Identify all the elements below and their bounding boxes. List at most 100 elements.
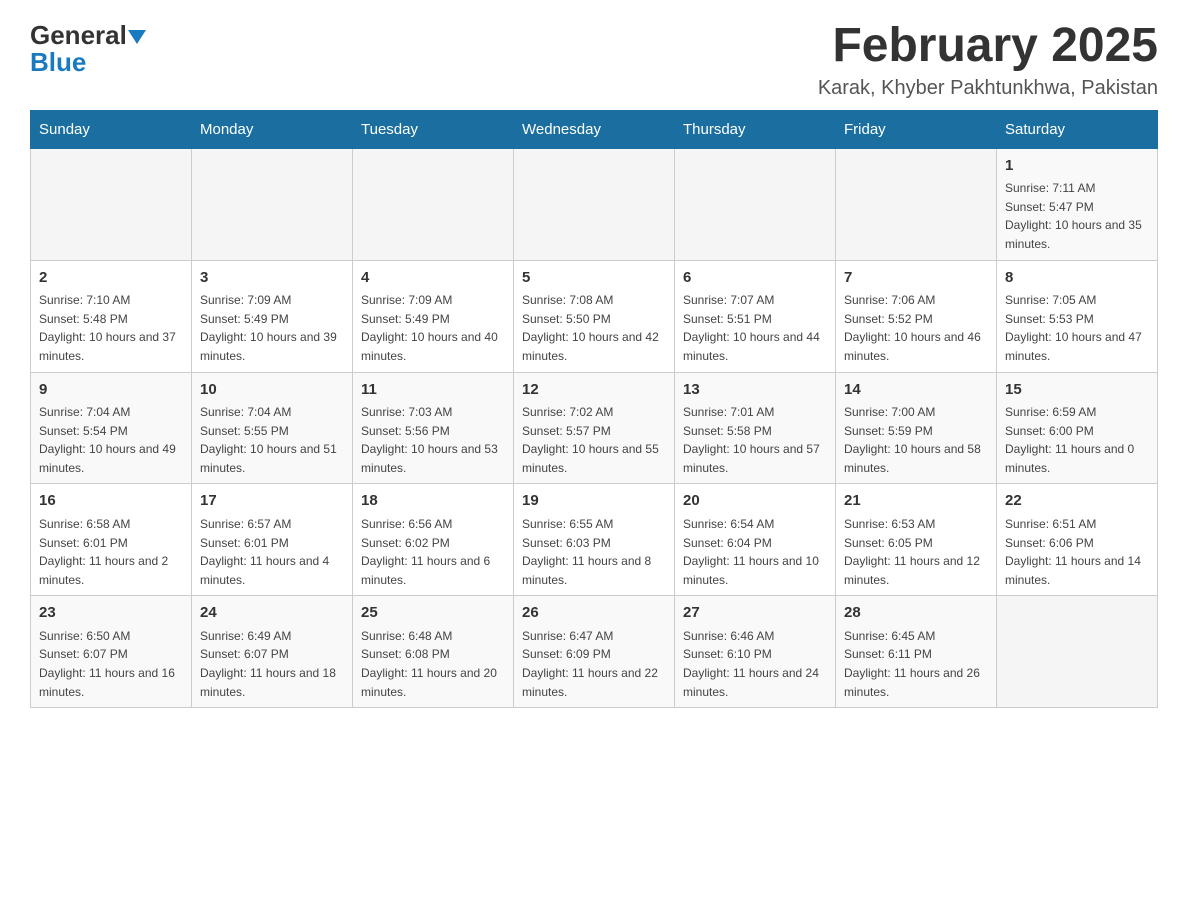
table-row: 15Sunrise: 6:59 AMSunset: 6:00 PMDayligh… [997, 372, 1158, 484]
calendar-header: Sunday Monday Tuesday Wednesday Thursday… [31, 110, 1158, 148]
day-number: 11 [361, 379, 505, 402]
day-number: 2 [39, 267, 183, 290]
day-info: Sunrise: 6:51 AMSunset: 6:06 PMDaylight:… [1005, 515, 1149, 589]
day-info: Sunrise: 7:10 AMSunset: 5:48 PMDaylight:… [39, 291, 183, 365]
page-subtitle: Karak, Khyber Pakhtunkhwa, Pakistan [818, 77, 1158, 100]
table-row: 26Sunrise: 6:47 AMSunset: 6:09 PMDayligh… [514, 596, 675, 708]
day-info: Sunrise: 6:49 AMSunset: 6:07 PMDaylight:… [200, 627, 344, 701]
day-info: Sunrise: 7:02 AMSunset: 5:57 PMDaylight:… [522, 403, 666, 477]
day-number: 25 [361, 602, 505, 625]
table-row: 16Sunrise: 6:58 AMSunset: 6:01 PMDayligh… [31, 484, 192, 596]
table-row: 6Sunrise: 7:07 AMSunset: 5:51 PMDaylight… [675, 260, 836, 372]
day-info: Sunrise: 7:03 AMSunset: 5:56 PMDaylight:… [361, 403, 505, 477]
calendar-week-2: 2Sunrise: 7:10 AMSunset: 5:48 PMDaylight… [31, 260, 1158, 372]
day-info: Sunrise: 6:45 AMSunset: 6:11 PMDaylight:… [844, 627, 988, 701]
logo-blue-text: Blue [30, 47, 86, 78]
day-number: 10 [200, 379, 344, 402]
logo: General Blue [30, 20, 146, 78]
day-number: 27 [683, 602, 827, 625]
table-row: 7Sunrise: 7:06 AMSunset: 5:52 PMDaylight… [836, 260, 997, 372]
day-number: 24 [200, 602, 344, 625]
day-number: 15 [1005, 379, 1149, 402]
day-info: Sunrise: 7:09 AMSunset: 5:49 PMDaylight:… [361, 291, 505, 365]
table-row: 10Sunrise: 7:04 AMSunset: 5:55 PMDayligh… [192, 372, 353, 484]
day-number: 13 [683, 379, 827, 402]
day-number: 8 [1005, 267, 1149, 290]
header-sunday: Sunday [31, 110, 192, 148]
calendar-body: 1Sunrise: 7:11 AMSunset: 5:47 PMDaylight… [31, 148, 1158, 707]
header-wednesday: Wednesday [514, 110, 675, 148]
day-number: 19 [522, 490, 666, 513]
day-info: Sunrise: 7:05 AMSunset: 5:53 PMDaylight:… [1005, 291, 1149, 365]
table-row: 23Sunrise: 6:50 AMSunset: 6:07 PMDayligh… [31, 596, 192, 708]
page-header: General Blue February 2025 Karak, Khyber… [30, 20, 1158, 100]
table-row [192, 148, 353, 260]
title-block: February 2025 Karak, Khyber Pakhtunkhwa,… [818, 20, 1158, 100]
table-row: 21Sunrise: 6:53 AMSunset: 6:05 PMDayligh… [836, 484, 997, 596]
day-number: 23 [39, 602, 183, 625]
header-saturday: Saturday [997, 110, 1158, 148]
day-info: Sunrise: 7:06 AMSunset: 5:52 PMDaylight:… [844, 291, 988, 365]
day-number: 6 [683, 267, 827, 290]
day-info: Sunrise: 7:01 AMSunset: 5:58 PMDaylight:… [683, 403, 827, 477]
table-row [675, 148, 836, 260]
day-number: 5 [522, 267, 666, 290]
table-row [514, 148, 675, 260]
table-row [836, 148, 997, 260]
calendar-table: Sunday Monday Tuesday Wednesday Thursday… [30, 110, 1158, 708]
day-number: 16 [39, 490, 183, 513]
table-row: 2Sunrise: 7:10 AMSunset: 5:48 PMDaylight… [31, 260, 192, 372]
table-row: 18Sunrise: 6:56 AMSunset: 6:02 PMDayligh… [353, 484, 514, 596]
day-info: Sunrise: 6:53 AMSunset: 6:05 PMDaylight:… [844, 515, 988, 589]
day-info: Sunrise: 6:58 AMSunset: 6:01 PMDaylight:… [39, 515, 183, 589]
page-title: February 2025 [818, 20, 1158, 73]
calendar-week-4: 16Sunrise: 6:58 AMSunset: 6:01 PMDayligh… [31, 484, 1158, 596]
table-row: 28Sunrise: 6:45 AMSunset: 6:11 PMDayligh… [836, 596, 997, 708]
day-info: Sunrise: 7:00 AMSunset: 5:59 PMDaylight:… [844, 403, 988, 477]
day-number: 1 [1005, 155, 1149, 178]
day-number: 4 [361, 267, 505, 290]
calendar-week-5: 23Sunrise: 6:50 AMSunset: 6:07 PMDayligh… [31, 596, 1158, 708]
table-row: 3Sunrise: 7:09 AMSunset: 5:49 PMDaylight… [192, 260, 353, 372]
table-row: 20Sunrise: 6:54 AMSunset: 6:04 PMDayligh… [675, 484, 836, 596]
day-info: Sunrise: 7:11 AMSunset: 5:47 PMDaylight:… [1005, 179, 1149, 253]
table-row: 4Sunrise: 7:09 AMSunset: 5:49 PMDaylight… [353, 260, 514, 372]
calendar-week-1: 1Sunrise: 7:11 AMSunset: 5:47 PMDaylight… [31, 148, 1158, 260]
table-row: 14Sunrise: 7:00 AMSunset: 5:59 PMDayligh… [836, 372, 997, 484]
day-number: 12 [522, 379, 666, 402]
day-info: Sunrise: 7:04 AMSunset: 5:54 PMDaylight:… [39, 403, 183, 477]
day-info: Sunrise: 7:08 AMSunset: 5:50 PMDaylight:… [522, 291, 666, 365]
day-number: 26 [522, 602, 666, 625]
table-row: 12Sunrise: 7:02 AMSunset: 5:57 PMDayligh… [514, 372, 675, 484]
table-row: 5Sunrise: 7:08 AMSunset: 5:50 PMDaylight… [514, 260, 675, 372]
day-number: 20 [683, 490, 827, 513]
table-row: 11Sunrise: 7:03 AMSunset: 5:56 PMDayligh… [353, 372, 514, 484]
table-row [353, 148, 514, 260]
table-row: 27Sunrise: 6:46 AMSunset: 6:10 PMDayligh… [675, 596, 836, 708]
day-info: Sunrise: 7:09 AMSunset: 5:49 PMDaylight:… [200, 291, 344, 365]
table-row: 9Sunrise: 7:04 AMSunset: 5:54 PMDaylight… [31, 372, 192, 484]
day-info: Sunrise: 6:47 AMSunset: 6:09 PMDaylight:… [522, 627, 666, 701]
table-row [997, 596, 1158, 708]
table-row: 24Sunrise: 6:49 AMSunset: 6:07 PMDayligh… [192, 596, 353, 708]
day-number: 7 [844, 267, 988, 290]
table-row: 25Sunrise: 6:48 AMSunset: 6:08 PMDayligh… [353, 596, 514, 708]
table-row: 19Sunrise: 6:55 AMSunset: 6:03 PMDayligh… [514, 484, 675, 596]
day-number: 28 [844, 602, 988, 625]
table-row: 8Sunrise: 7:05 AMSunset: 5:53 PMDaylight… [997, 260, 1158, 372]
header-friday: Friday [836, 110, 997, 148]
day-number: 17 [200, 490, 344, 513]
day-number: 22 [1005, 490, 1149, 513]
day-info: Sunrise: 6:48 AMSunset: 6:08 PMDaylight:… [361, 627, 505, 701]
day-info: Sunrise: 6:59 AMSunset: 6:00 PMDaylight:… [1005, 403, 1149, 477]
day-info: Sunrise: 7:04 AMSunset: 5:55 PMDaylight:… [200, 403, 344, 477]
header-tuesday: Tuesday [353, 110, 514, 148]
table-row: 1Sunrise: 7:11 AMSunset: 5:47 PMDaylight… [997, 148, 1158, 260]
day-info: Sunrise: 7:07 AMSunset: 5:51 PMDaylight:… [683, 291, 827, 365]
day-info: Sunrise: 6:56 AMSunset: 6:02 PMDaylight:… [361, 515, 505, 589]
day-number: 21 [844, 490, 988, 513]
header-thursday: Thursday [675, 110, 836, 148]
day-number: 3 [200, 267, 344, 290]
day-number: 18 [361, 490, 505, 513]
day-info: Sunrise: 6:57 AMSunset: 6:01 PMDaylight:… [200, 515, 344, 589]
